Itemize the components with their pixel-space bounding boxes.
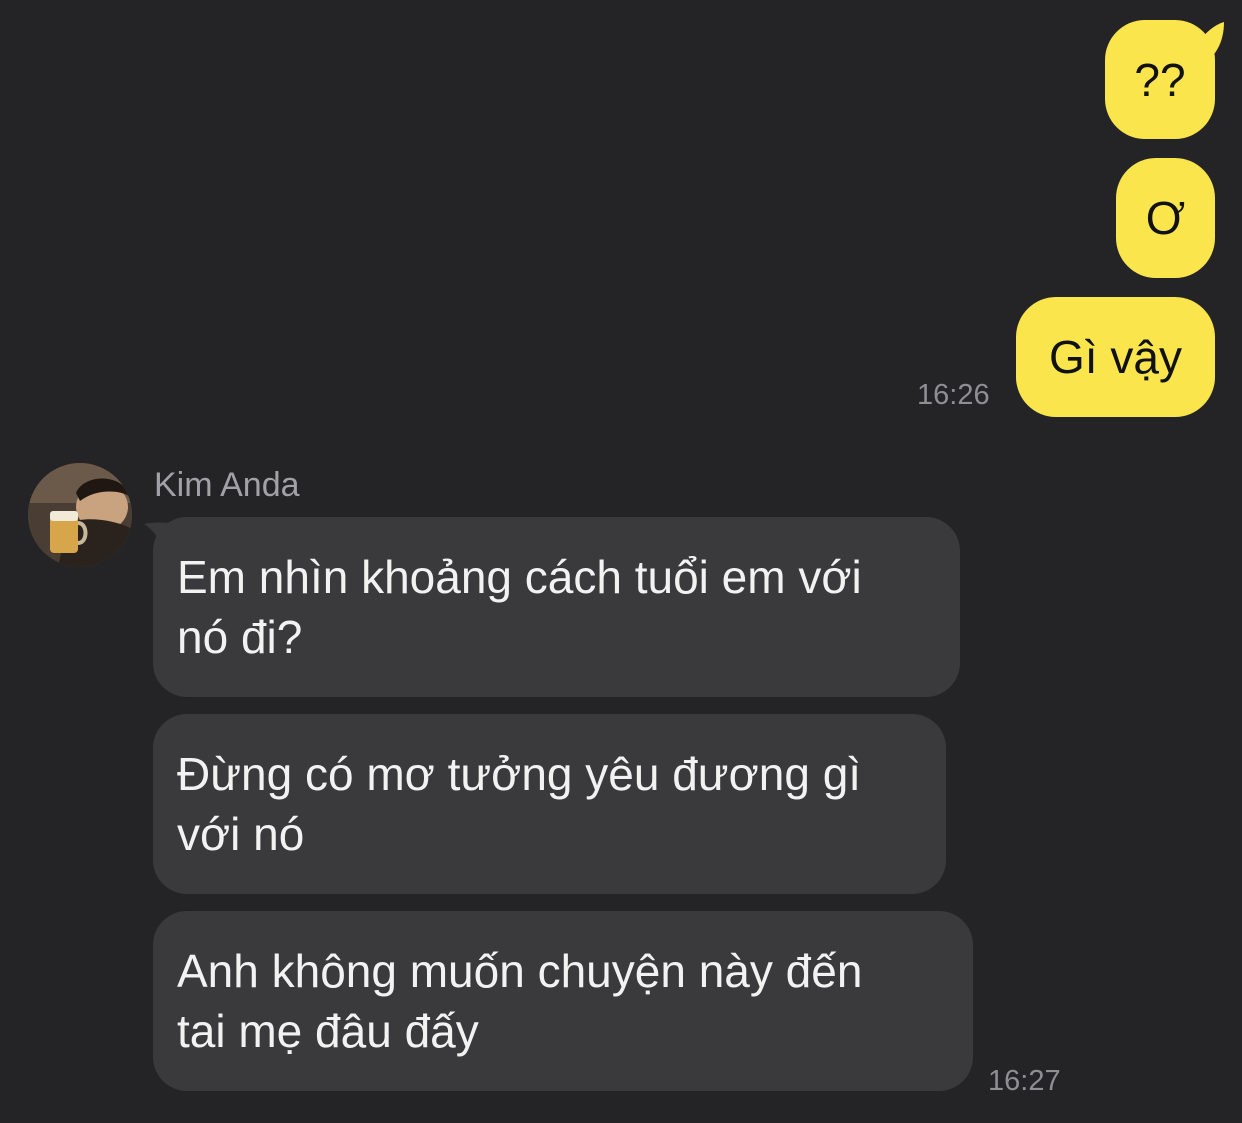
message-timestamp: 16:26 [917, 379, 990, 411]
sent-message-bubble[interactable]: Ơ [1116, 158, 1215, 278]
received-message-bubble[interactable]: Em nhìn khoảng cách tuổi em với nó đi? [153, 517, 960, 697]
message-line: với nó [177, 808, 305, 860]
message-line: Em nhìn khoảng cách tuổi em với [177, 551, 862, 603]
message-text: Ơ [1145, 192, 1186, 244]
sent-message-bubble[interactable]: Gì vậy [1016, 297, 1215, 417]
message-line: nó đi? [177, 611, 303, 663]
received-message-bubble[interactable]: Đừng có mơ tưởng yêu đương gì với nó [153, 714, 946, 894]
message-text: Gì vậy [1049, 331, 1182, 383]
profile-photo-icon [28, 463, 132, 567]
message-line: Đừng có mơ tưởng yêu đương gì [177, 748, 862, 800]
message-line: Anh không muốn chuyện này đến [177, 945, 863, 997]
message-line: tai mẹ đâu đấy [177, 1005, 479, 1057]
sender-name: Kim Anda [154, 466, 300, 504]
message-text: ?? [1134, 53, 1186, 106]
sent-message-bubble[interactable]: ?? [1105, 20, 1215, 139]
received-message-bubble[interactable]: Anh không muốn chuyện này đến tai mẹ đâu… [153, 911, 973, 1091]
contact-avatar[interactable] [28, 463, 132, 567]
message-timestamp: 16:27 [988, 1065, 1061, 1097]
